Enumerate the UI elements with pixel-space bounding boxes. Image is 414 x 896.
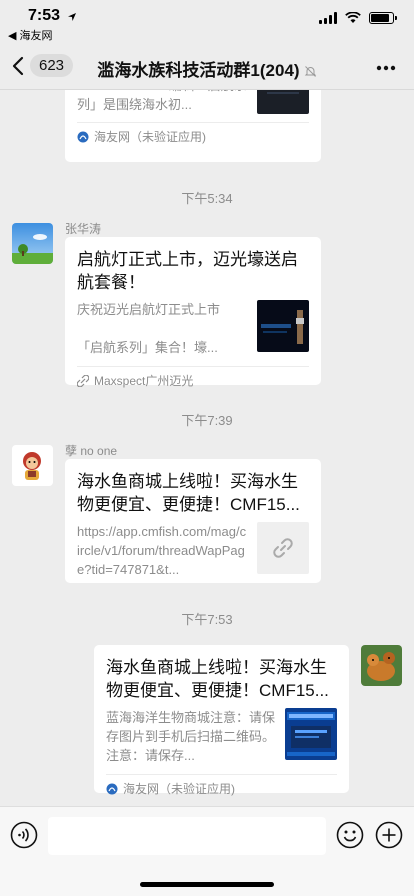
emoji-button[interactable] [336, 821, 364, 854]
more-functions-button[interactable] [375, 821, 403, 854]
ellipsis-icon [376, 65, 396, 71]
wifi-icon [345, 12, 361, 23]
card-description: 庆祝迈光启航灯正式上市 「启航系列」集合！壕... [77, 302, 221, 355]
voice-button[interactable] [10, 821, 38, 854]
card-description: 蓝海海洋生物商城注意：请保存图片到手机后扫描二维码。注意：请保存... [106, 710, 275, 763]
message-input[interactable] [48, 817, 326, 855]
chevron-left-icon [12, 56, 24, 75]
voice-icon [10, 821, 38, 849]
status-time: 7:53 [28, 7, 61, 24]
unread-count-badge: 623 [30, 54, 74, 77]
card-title: 海水鱼商城上线啦！买海水生物更便宜、更便捷！CMF15... [106, 658, 329, 700]
link-card[interactable]: 启航灯正式上市，迈光壕送启航套餐！ 庆祝迈光启航灯正式上市 「启航系列」集合！壕… [65, 237, 321, 388]
more-button[interactable] [376, 58, 396, 76]
smiley-icon [336, 821, 364, 849]
avatar[interactable] [12, 445, 53, 486]
app-source-icon [77, 131, 89, 142]
card-source: 海友网（未验证应用) [77, 122, 309, 150]
sender-name: 孽 no one [65, 444, 118, 458]
back-to-app-link[interactable]: ◀ 海友网 [8, 27, 53, 43]
avatar[interactable] [12, 223, 53, 264]
sender-name: 张华涛 [65, 222, 102, 236]
location-arrow-icon [68, 13, 76, 21]
battery-level [371, 14, 389, 22]
card-source-label: 海友网（未验证应用) [123, 782, 235, 796]
link-card[interactable]: 2020-7-1220:33编辑「启航系列」是围绕海水初... 海友网（未验证应… [65, 90, 321, 162]
status-bar: 7:53 ◀ 海友网 [0, 0, 414, 44]
link-icon [273, 538, 293, 558]
card-thumbnail [257, 300, 309, 352]
cellular-signal-icon [319, 12, 337, 24]
chat-title-text: 滥海水族科技活动群1(204) [97, 61, 300, 80]
card-source-label: Maxspect广州迈光 [94, 374, 194, 388]
card-description: 2020-7-1220:33编辑「启航系列」是围绕海水初... [77, 90, 247, 112]
my-avatar[interactable] [361, 645, 402, 686]
plus-icon [375, 821, 403, 849]
card-thumbnail [257, 90, 309, 114]
card-title: 海水鱼商城上线啦！买海水生物更便宜、更便捷！CMF15... [77, 472, 300, 514]
app-source-icon [106, 783, 118, 794]
time-divider: 下午7:39 [181, 413, 233, 428]
link-card[interactable]: 海水鱼商城上线啦！买海水生物更便宜、更便捷！CMF15... 蓝海海洋生物商城注… [94, 645, 349, 796]
card-description: https://app.cmfish.com/mag/circle/v1/for… [77, 524, 247, 577]
battery-icon [369, 12, 397, 24]
message-list[interactable]: 2020-7-1220:33编辑「启航系列」是围绕海水初... 海友网（未验证应… [0, 90, 414, 806]
mute-bell-icon [304, 66, 316, 77]
status-icons [319, 12, 397, 24]
card-source: Maxspect广州迈光 [77, 366, 309, 394]
link-source-icon [77, 374, 89, 387]
card-source-label: 海友网（未验证应用) [94, 130, 206, 144]
chat-header: 滥海水族科技活动群1(204) 623 [0, 44, 414, 90]
card-source: 海友网（未验证应用) [106, 774, 337, 802]
home-indicator[interactable] [140, 882, 274, 887]
time-divider: 下午7:53 [181, 612, 233, 627]
back-button[interactable]: 623 [12, 54, 74, 77]
card-title: 启航灯正式上市，迈光壕送启航套餐！ [77, 250, 298, 292]
time-divider: 下午5:34 [181, 191, 233, 206]
card-thumbnail [285, 708, 337, 760]
card-thumbnail [257, 522, 309, 574]
link-card[interactable]: 海水鱼商城上线啦！买海水生物更便宜、更便捷！CMF15... https://a… [65, 459, 321, 583]
